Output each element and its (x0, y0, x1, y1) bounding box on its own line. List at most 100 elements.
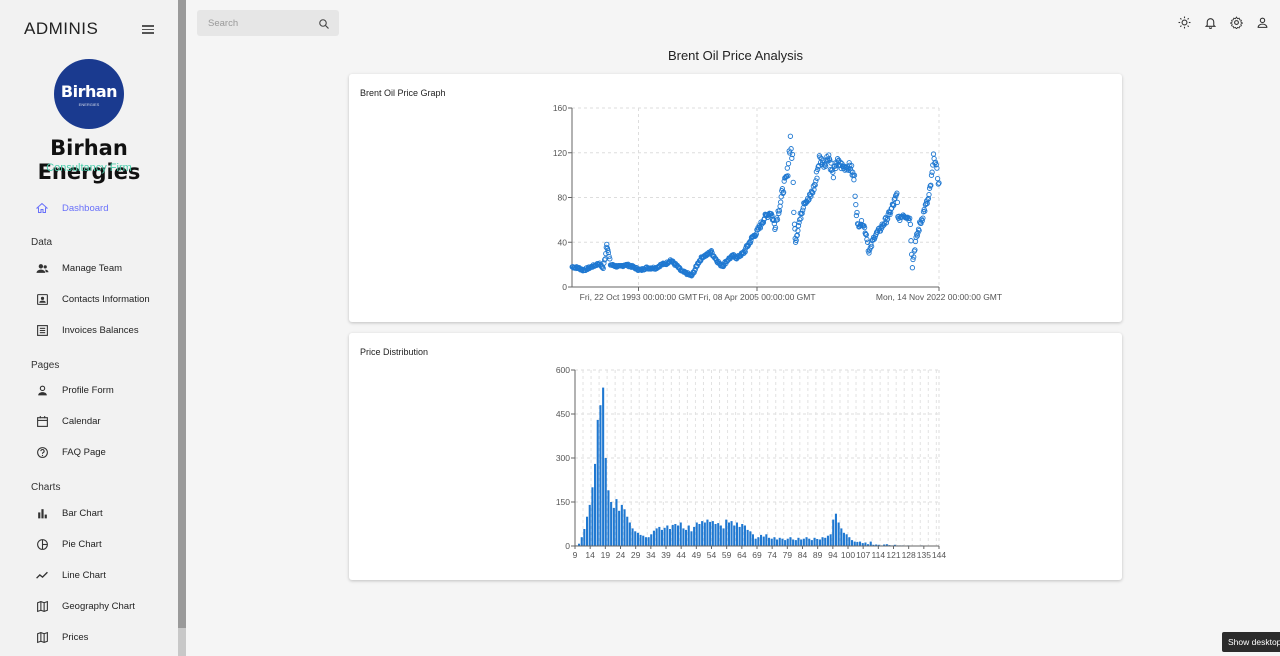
histogram-bar (596, 419, 599, 546)
histogram-bar (824, 537, 827, 546)
pie-chart-icon (34, 536, 50, 552)
sidebar-item-bar-chart[interactable]: Bar Chart (34, 503, 103, 523)
histogram-bar (677, 525, 680, 546)
data-point (929, 169, 935, 175)
histogram-bar (658, 526, 661, 546)
histogram-bar (586, 516, 589, 546)
histogram-bar (826, 535, 829, 546)
x-tick-label: 49 (692, 550, 702, 560)
histogram-bar (642, 535, 645, 546)
sidebar-item-prices[interactable]: Prices (34, 627, 88, 647)
histogram-bar (842, 532, 845, 546)
histogram-bar (634, 531, 637, 546)
sidebar-item-label: Profile Form (62, 384, 114, 396)
histogram-bar (832, 519, 835, 546)
histogram-bar (727, 522, 730, 546)
sidebar-item-calendar[interactable]: Calendar (34, 411, 101, 431)
histogram-bar (794, 540, 797, 546)
histogram-bar (792, 539, 795, 546)
histogram-bar (666, 525, 669, 546)
settings-icon[interactable] (1229, 16, 1244, 30)
sidebar-item-manage-team[interactable]: Manage Team (34, 258, 122, 278)
search-box (197, 10, 339, 36)
sidebar-item-faq[interactable]: FAQ Page (34, 442, 106, 462)
x-tick-label: 94 (828, 550, 838, 560)
x-tick-label: 79 (783, 550, 793, 560)
histogram-bar (800, 539, 803, 546)
histogram-bar (760, 534, 763, 546)
histogram-bar (853, 541, 856, 546)
sidebar-item-line-chart[interactable]: Line Chart (34, 565, 106, 585)
histogram-bar (816, 539, 819, 546)
histogram-bar (757, 537, 760, 546)
histogram-bar (725, 519, 728, 546)
histogram-bar (778, 537, 781, 546)
histogram-bar (797, 537, 800, 546)
histogram-bar (834, 513, 837, 546)
histogram-bar (655, 528, 658, 546)
sidebar-item-label: Line Chart (62, 569, 106, 581)
histogram-bar (762, 536, 765, 546)
sidebar-item-geography-chart[interactable]: Geography Chart (34, 596, 135, 616)
x-tick-label: 135 (917, 550, 931, 560)
company-tagline: Consultancy Firm (46, 162, 132, 174)
x-tick-label: 29 (631, 550, 641, 560)
data-point (894, 199, 901, 206)
sidebar-item-label: Invoices Balances (62, 324, 139, 336)
calendar-icon (34, 413, 50, 429)
search-icon[interactable] (318, 17, 330, 29)
receipt-icon (34, 322, 50, 338)
histogram-bar (749, 531, 752, 546)
y-tick-label: 80 (558, 193, 568, 203)
x-tick-label: 144 (932, 550, 946, 560)
sidebar-item-invoices[interactable]: Invoices Balances (34, 320, 139, 340)
histogram-bar (754, 538, 757, 546)
price-histogram-chart: 0 150 300 450 600 9 14 19 24 29 34 39 44 49 54 59 64 69 74… (556, 365, 947, 560)
histogram-bar (636, 532, 639, 546)
histogram-bar (856, 541, 859, 546)
histogram-bar (687, 525, 690, 546)
brand-title: ADMINIS (24, 19, 99, 38)
user-icon[interactable] (1256, 16, 1269, 29)
sidebar-item-label: Dashboard (62, 202, 109, 214)
histogram-bar (698, 524, 701, 546)
histogram-bar (743, 525, 746, 546)
y-tick-label: 450 (556, 409, 570, 419)
sidebar-scrollbar[interactable] (178, 0, 186, 628)
sidebar-header: ADMINIS (24, 18, 154, 40)
histogram-bar (813, 537, 816, 546)
histogram-bar (709, 521, 712, 546)
data-point (934, 175, 941, 182)
x-tick-label: 14 (585, 550, 595, 560)
histogram-bar (808, 538, 811, 546)
histogram-bar (679, 522, 682, 546)
histogram-bar (583, 529, 586, 546)
y-tick-label: 0 (562, 282, 567, 292)
histogram-bar (786, 538, 789, 546)
show-desktop-button[interactable]: Show desktop (1222, 632, 1280, 652)
menu-icon[interactable] (142, 24, 154, 34)
data-point (853, 201, 859, 208)
histogram-bar (810, 540, 813, 546)
sidebar-item-profile-form[interactable]: Profile Form (34, 380, 114, 400)
notifications-icon[interactable] (1204, 16, 1217, 29)
x-tick-label: 19 (601, 550, 611, 560)
section-label-pages: Pages (31, 360, 60, 371)
section-label-data: Data (31, 237, 53, 248)
sidebar-item-dashboard[interactable]: Dashboard (34, 198, 108, 218)
histogram-bar (837, 522, 840, 546)
histogram-bar (695, 522, 698, 546)
light-mode-icon[interactable] (1178, 16, 1191, 29)
search-input[interactable] (208, 17, 313, 29)
section-label-charts: Charts (31, 482, 61, 493)
histogram-bar (770, 538, 773, 546)
x-tick-label: 44 (676, 550, 686, 560)
histogram-bar (735, 522, 738, 546)
sidebar-item-contacts[interactable]: Contacts Information (34, 289, 150, 309)
sidebar-item-pie-chart[interactable]: Pie Chart (34, 534, 102, 554)
x-tick-label: 39 (661, 550, 671, 560)
map-icon (34, 629, 50, 645)
histogram-bar (612, 507, 615, 546)
histogram-bar (859, 541, 862, 546)
histogram-bar (741, 524, 744, 546)
